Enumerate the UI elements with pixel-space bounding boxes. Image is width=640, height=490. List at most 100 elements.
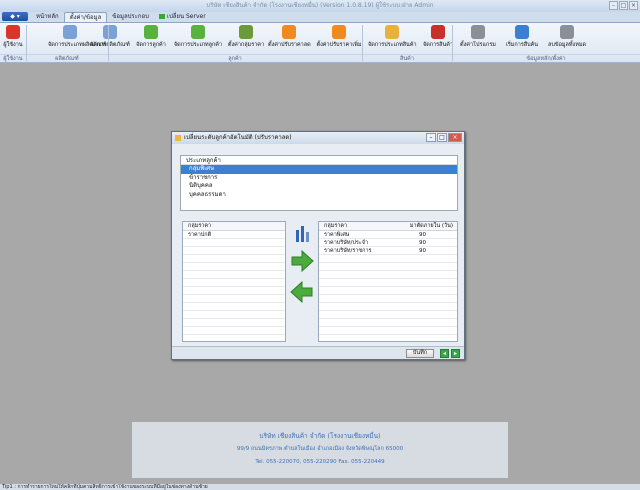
tab-change-server[interactable]: เปลี่ยน Server	[154, 12, 211, 22]
table-row[interactable]: ราคาบริษัท/ราชการ 90	[319, 247, 457, 255]
ribbon-separator	[452, 25, 453, 61]
customer-type-item[interactable]: ข้าราชการ	[181, 174, 457, 183]
price-group-icon	[239, 25, 253, 39]
company-banner: บริษัท เชียงสินค้า จำกัด (โรงงานเชียงหมื…	[132, 422, 508, 478]
product-icon	[103, 25, 117, 39]
customer-type-icon	[191, 25, 205, 39]
ribbon-button-price-up[interactable]: ตั้งค่าปรับราคาเพิ่ม	[314, 25, 364, 49]
dialog-titlebar: เปลี่ยนระดับลูกค้าอัตโนมัติ (ปรับราคาลด)…	[172, 132, 464, 144]
dialog-controls: – □ ×	[426, 133, 462, 142]
ribbon-button-label: ลบข้อมูลทั้งหมด	[547, 42, 587, 48]
delete-data-icon	[560, 25, 574, 39]
right-grid-rows: ราคาพิเศษ 90 ราคาบริษัท/ประจำ 90 ราคาบริษัท/…	[319, 231, 457, 255]
customer-type-header: ประเภทลูกค้า	[181, 156, 457, 165]
ribbon-button-label: จัดการสินค้า	[422, 42, 454, 48]
table-row[interactable]: ราคาพิเศษ 90	[319, 231, 457, 239]
left-grid-rows: ราคาปกติ	[183, 231, 285, 239]
tab-reference-data[interactable]: ข้อมูลประกอบ	[107, 12, 154, 22]
ribbon-button-label: เริ่มการสืบค้น	[505, 42, 539, 48]
table-row[interactable]: ราคาปกติ	[183, 231, 285, 239]
price-group-cell: ราคาบริษัท/ประจำ	[324, 240, 369, 246]
price-group-cell: ราคาปกติ	[188, 232, 212, 238]
customer-type-items: กลุ่มพิเศษ ข้าราชการ นิติบุคคล บุคคลธรรมดา	[181, 165, 457, 199]
available-price-group-grid: กลุ่มราคา ราคาปกติ	[182, 221, 286, 342]
ribbon-group-label: ลูกค้า	[108, 54, 362, 62]
ribbon-group-label: ผลิตภัณฑ์	[26, 54, 108, 62]
save-button[interactable]: บันทึก	[406, 349, 434, 358]
ribbon-button-price-down[interactable]: ตั้งค่าปรับราคาลด	[268, 25, 311, 49]
ribbon-button-label: จัดการผลิตภัณฑ์	[90, 42, 130, 48]
price-down-icon	[282, 25, 296, 39]
ribbon-separator	[362, 25, 363, 61]
dialog-footer: บันทึก ◂ ▸	[172, 346, 464, 359]
ribbon-button-product[interactable]: จัดการผลิตภัณฑ์	[90, 25, 130, 49]
ribbon-button-label: จัดการลูกค้า	[136, 42, 166, 48]
ribbon: ผู้ใช้งาน จัดการประเภทผลิตภัณฑ์ จัดการผลิต…	[0, 23, 640, 63]
table-row[interactable]: ราคาบริษัท/ประจำ 90	[319, 239, 457, 247]
customer-type-list: ประเภทลูกค้า กลุ่มพิเศษ ข้าราชการ นิติบุคค…	[180, 155, 458, 211]
product-type-icon	[63, 25, 77, 39]
days-cell: 90	[419, 232, 426, 238]
price-group-cell: ราคาพิเศษ	[324, 232, 350, 238]
dialog-close-icon[interactable]: ×	[448, 133, 462, 142]
move-right-button[interactable]	[290, 249, 314, 273]
tab-settings-data[interactable]: ตั้งค่า/ข้อมูล	[63, 12, 108, 22]
ribbon-button-label: ตั้งค่ากลุ่มราคา	[227, 42, 265, 48]
ribbon-button-goods-type[interactable]: จัดการประเภทสินค้า	[368, 25, 417, 49]
user-icon	[6, 25, 20, 39]
maximize-icon[interactable]: □	[619, 1, 628, 10]
ribbon-button-product-type[interactable]: จัดการประเภทผลิตภัณฑ์	[48, 25, 106, 49]
window-controls: – □ ×	[609, 1, 638, 10]
ribbon-group-label: ผู้ใช้งาน	[0, 54, 26, 62]
right-grid-header-group: กลุ่มราคา	[324, 223, 348, 229]
ribbon-group-label: สินค้า	[362, 54, 452, 62]
dialog-maximize-icon[interactable]: □	[437, 133, 447, 142]
right-grid-header-days: มาตัดภายใน (วัน)	[409, 223, 453, 229]
tab-home[interactable]: หน้าหลัก	[31, 12, 64, 22]
chart-icon	[290, 224, 314, 246]
ribbon-button-label: จัดการประเภทลูกค้า	[173, 42, 223, 48]
move-left-button[interactable]	[290, 280, 314, 304]
ribbon-button-search-globe[interactable]: เริ่มการสืบค้น	[502, 25, 542, 49]
dialog-minimize-icon[interactable]: –	[426, 133, 436, 142]
goods-type-icon	[385, 25, 399, 39]
ribbon-button-delete-data[interactable]: ลบข้อมูลทั้งหมด	[546, 25, 588, 49]
dialog-title: เปลี่ยนระดับลูกค้าอัตโนมัติ (ปรับราคาลด)	[184, 134, 292, 141]
minimize-icon[interactable]: –	[609, 1, 618, 10]
ribbon-button-price-group[interactable]: ตั้งค่ากลุ่มราคา	[226, 25, 266, 49]
company-address: 99/9 ถนนมิตรภาพ ตำบลในเมือง อำเภอเมือง จ…	[236, 446, 404, 452]
company-name: บริษัท เชียงสินค้า จำกัด (โรงงานเชียงหมื…	[259, 432, 381, 440]
ribbon-button-label: ตั้งค่าปรับราคาเพิ่ม	[316, 42, 362, 48]
customer-icon	[144, 25, 158, 39]
days-cell: 90	[419, 248, 426, 254]
close-icon[interactable]: ×	[629, 1, 638, 10]
prev-arrow-icon[interactable]: ◂	[440, 349, 449, 358]
assigned-price-group-grid: กลุ่มราคา มาตัดภายใน (วัน) ราคาพิเศษ 90 รา…	[318, 221, 458, 342]
settings-icon	[471, 25, 485, 39]
ribbon-button-customer[interactable]: จัดการลูกค้า	[136, 25, 166, 49]
ribbon-button-label: จัดการประเภทสินค้า	[368, 42, 417, 48]
ribbon-button-label: ผู้ใช้งาน	[3, 42, 23, 48]
ribbon-button-settings[interactable]: ตั้งค่าโปรแกรม	[458, 25, 498, 49]
price-group-cell: ราคาบริษัท/ราชการ	[324, 248, 372, 254]
goods-icon	[431, 25, 445, 39]
customer-type-item[interactable]: บุคคลธรรมดา	[181, 191, 457, 200]
ribbon-button-label: ตั้งค่าปรับราคาลด	[268, 42, 311, 48]
ribbon-separator	[108, 25, 109, 61]
ribbon-tabs: ◆ ▾ หน้าหลัก ตั้งค่า/ข้อมูล ข้อมูลประกอบ…	[0, 12, 640, 23]
app-menu-button[interactable]: ◆ ▾	[2, 12, 28, 21]
ribbon-button-customer-type[interactable]: จัดการประเภทลูกค้า	[172, 25, 224, 49]
ribbon-button-goods[interactable]: จัดการสินค้า	[420, 25, 456, 49]
auto-customer-level-dialog: เปลี่ยนระดับลูกค้าอัตโนมัติ (ปรับราคาลด)…	[171, 131, 465, 360]
search-globe-icon	[515, 25, 529, 39]
ribbon-button-user[interactable]: ผู้ใช้งาน	[2, 25, 24, 49]
left-grid-header: กลุ่มราคา	[188, 223, 212, 229]
window-title: บริษัท เชียงสินค้า จำกัด (โรงงานเชียงหมื…	[206, 2, 434, 9]
customer-type-item[interactable]: กลุ่มพิเศษ	[181, 165, 457, 174]
days-cell: 90	[419, 240, 426, 246]
server-icon	[158, 14, 165, 19]
ribbon-separator	[26, 25, 27, 61]
next-arrow-icon[interactable]: ▸	[451, 349, 460, 358]
customer-type-item[interactable]: นิติบุคคล	[181, 182, 457, 191]
window-titlebar: บริษัท เชียงสินค้า จำกัด (โรงงานเชียงหมื…	[0, 0, 640, 12]
